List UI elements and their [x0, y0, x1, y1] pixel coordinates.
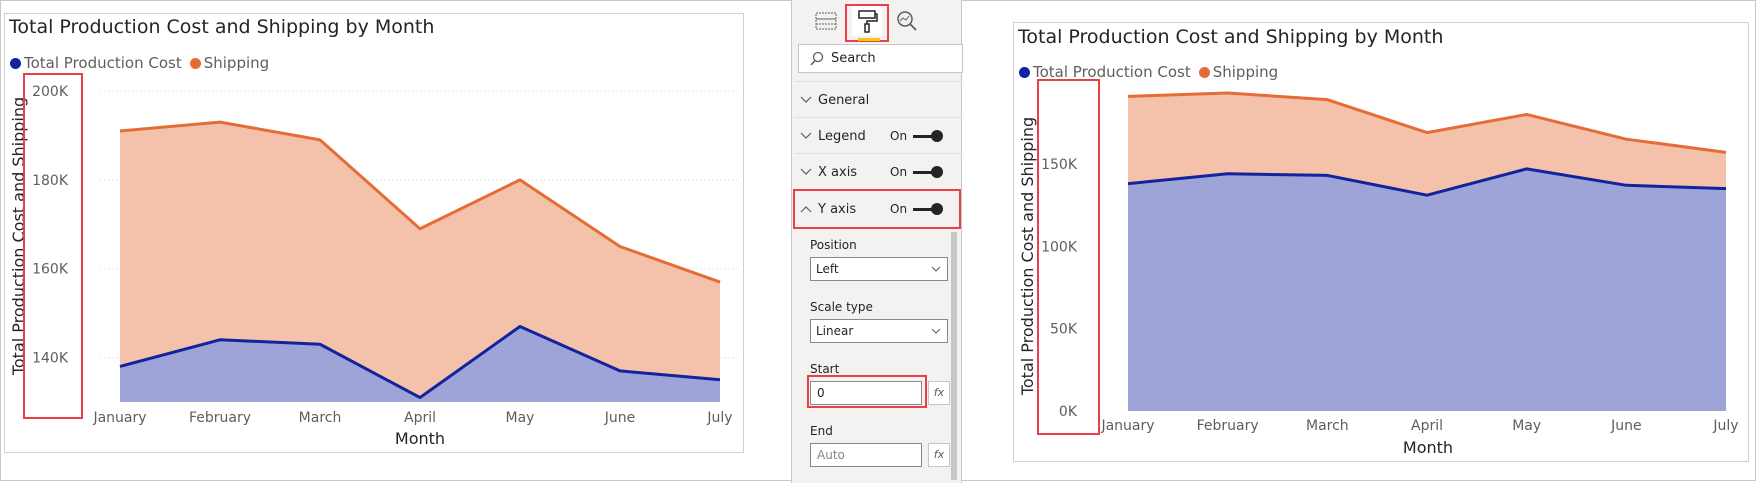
x-tick-label: July: [1712, 418, 1738, 434]
x-tick-label: February: [1197, 418, 1259, 434]
x-axis-title: Month: [1403, 438, 1453, 457]
right-y-axis-highlight: [1037, 79, 1100, 435]
x-tick-label: March: [1306, 418, 1349, 434]
production-cost-area: [1128, 168, 1726, 411]
x-tick-label: June: [1610, 418, 1642, 434]
x-tick-label: May: [1512, 418, 1541, 434]
y-axis-title: Total Production Cost and Shipping: [1018, 117, 1037, 396]
x-tick-label: April: [1411, 418, 1443, 434]
x-tick-label: January: [1100, 418, 1154, 434]
right-chart-plot: 150K100K50K0KJanuary February March April Ma…: [1018, 91, 1739, 457]
